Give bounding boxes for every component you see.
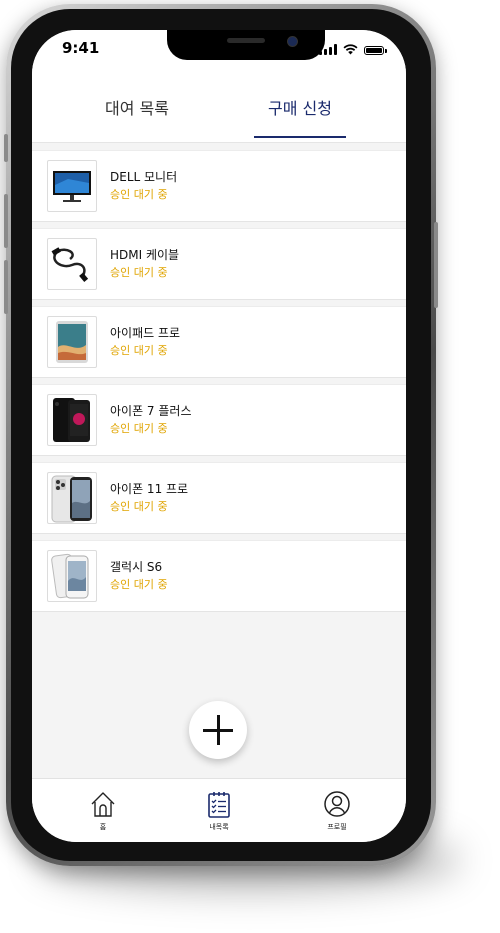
nav-my-list[interactable]: 내목록 (184, 789, 254, 832)
phone-silver-thumbnail (47, 472, 97, 524)
list-item[interactable]: 아이폰 7 플러스 승인 대기 중 (32, 384, 406, 456)
phone-black-thumbnail (47, 394, 97, 446)
item-status: 승인 대기 중 (110, 578, 168, 591)
item-name: DELL 모니터 (110, 170, 178, 184)
list-item[interactable]: 갤럭시 S6 승인 대기 중 (32, 540, 406, 612)
item-name: 갤럭시 S6 (110, 560, 163, 574)
side-button (434, 222, 438, 308)
tab-rental-list[interactable]: 대여 목록 (72, 74, 202, 140)
nav-my-list-label: 내목록 (209, 823, 229, 831)
nav-home[interactable]: 홈 (68, 789, 138, 832)
speaker (227, 38, 265, 43)
list-item[interactable]: 아이패드 프로 승인 대기 중 (32, 306, 406, 378)
item-status: 승인 대기 중 (110, 500, 168, 513)
item-name: 아이폰 7 플러스 (110, 404, 192, 418)
nav-profile[interactable]: 프로필 (302, 789, 372, 832)
item-status: 승인 대기 중 (110, 266, 168, 279)
nav-home-label: 홈 (99, 823, 107, 831)
volume-up-button (4, 194, 8, 248)
front-camera (287, 36, 298, 47)
active-tab-indicator (254, 136, 346, 138)
wifi-icon (343, 44, 358, 55)
mute-switch (4, 134, 8, 162)
list-item[interactable]: HDMI 케이블 승인 대기 중 (32, 228, 406, 300)
monitor-thumbnail (47, 160, 97, 212)
app-screen: 9:41 대여 목록 구매 신청 DELL 모니터 승인 대기 중 HDMI 케… (32, 30, 406, 842)
tablet-thumbnail (47, 316, 97, 368)
item-status: 승인 대기 중 (110, 344, 168, 357)
volume-down-button (4, 260, 8, 314)
checklist-icon (208, 792, 230, 818)
bottom-navigation: 홈 내목록 프로필 (32, 778, 406, 842)
tab-purchase-request[interactable]: 구매 신청 (254, 74, 346, 140)
battery-icon (364, 46, 387, 55)
list-item[interactable]: DELL 모니터 승인 대기 중 (32, 150, 406, 222)
status-time: 9:41 (62, 39, 100, 57)
item-name: 아이폰 11 프로 (110, 482, 189, 496)
notch (167, 30, 325, 60)
tab-bar: 대여 목록 구매 신청 (32, 74, 406, 143)
item-name: 아이패드 프로 (110, 326, 181, 340)
list-item[interactable]: 아이폰 11 프로 승인 대기 중 (32, 462, 406, 534)
profile-icon (324, 791, 350, 817)
nav-profile-label: 프로필 (327, 823, 347, 831)
home-icon (91, 792, 115, 817)
add-request-button[interactable] (189, 701, 247, 759)
status-icons (319, 44, 387, 55)
item-status: 승인 대기 중 (110, 422, 168, 435)
phone-white-thumbnail (47, 550, 97, 602)
cable-thumbnail (47, 238, 97, 290)
item-name: HDMI 케이블 (110, 248, 180, 262)
item-status: 승인 대기 중 (110, 188, 168, 201)
